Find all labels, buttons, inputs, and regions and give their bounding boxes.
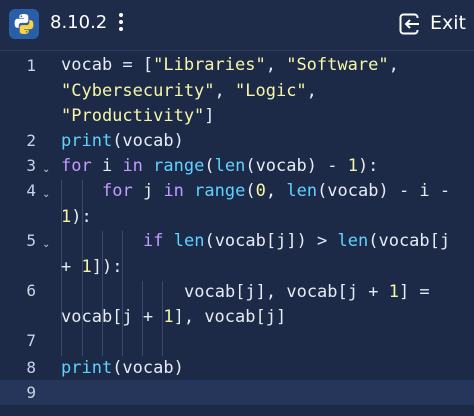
code-token: (vocab) [112, 358, 184, 378]
code-token: "Software" [286, 55, 389, 75]
code-token: "Libraries" [153, 55, 266, 75]
code-token: len [337, 231, 369, 251]
code-token: , [265, 181, 287, 201]
code-token: for [102, 181, 133, 201]
fold-chevron-icon[interactable]: ⌄ [42, 239, 50, 250]
code-token: ): [357, 156, 379, 176]
code-token: vocab = [ [61, 55, 154, 75]
line-number: 9 [26, 383, 36, 402]
code-editor[interactable]: 1 2 3 4 5 6 7 8 9 ⌄ ⌄ ⌄ vocab = ["Librar… [0, 51, 474, 416]
code-token: ], vocab[j] [173, 307, 287, 327]
code-token: , [265, 55, 287, 75]
line-number: 5 [26, 231, 36, 250]
code-line: 1): [61, 205, 92, 230]
code-token: j [132, 181, 164, 201]
line-number: 7 [26, 331, 36, 350]
code-token: "Cybersecurity" [61, 81, 215, 101]
code-token: 0 [255, 181, 266, 201]
code-token: vocab[j], vocab[j + [184, 282, 389, 302]
code-token: "Productivity" [61, 106, 205, 126]
line-number: 6 [26, 281, 36, 300]
code-token: ]): [91, 257, 123, 277]
code-token: , [306, 81, 317, 101]
code-line: vocab[j], vocab[j + 1] = [184, 280, 430, 305]
code-token: (vocab) - [245, 156, 348, 176]
code-line: "Cybersecurity", "Logic", [61, 79, 317, 104]
more-options-icon[interactable] [116, 13, 126, 35]
code-token: ): [71, 207, 92, 227]
line-number: 3 [26, 156, 36, 175]
line-number: 2 [26, 131, 36, 150]
code-token: 1 [347, 156, 358, 176]
code-token: print [61, 131, 113, 151]
fold-chevron-icon[interactable]: ⌄ [42, 189, 50, 200]
indent-guide [102, 231, 103, 356]
code-token: for [61, 156, 92, 176]
code-line: print(vocab) [61, 129, 184, 154]
code-token: in [163, 181, 184, 201]
code-token: vocab[j + [61, 307, 164, 327]
code-token: ( [245, 181, 256, 201]
code-token: ] = [398, 282, 430, 302]
exit-icon [399, 13, 419, 35]
code-token: (vocab[j [368, 231, 451, 251]
line-number: 1 [26, 56, 36, 75]
code-token: print [61, 358, 113, 378]
code-token: 1 [61, 207, 72, 227]
code-token: (vocab) - i - [317, 181, 451, 201]
code-token: i [91, 156, 123, 176]
code-line: for j in range(0, len(vocab) - i - [102, 179, 450, 204]
code-token: len [286, 181, 318, 201]
indent-guide [122, 231, 123, 356]
code-line: print(vocab) [61, 356, 184, 381]
code-token: range [153, 156, 205, 176]
line-number: 8 [26, 358, 36, 377]
fold-chevron-icon[interactable]: ⌄ [42, 164, 50, 175]
code-line: if len(vocab[j]) > len(vocab[j [143, 229, 450, 254]
code-token: + [61, 257, 82, 277]
code-token: if [143, 231, 164, 251]
code-token: ] [204, 106, 215, 126]
top-bar: 8.10.2 Exit [0, 0, 474, 51]
code-token: len [214, 156, 246, 176]
exit-label: Exit [430, 12, 466, 34]
code-token: len [173, 231, 205, 251]
code-token: , [388, 55, 399, 75]
version-label: 8.10.2 [50, 12, 108, 33]
code-token: , [214, 81, 236, 101]
code-token: (vocab) [112, 131, 184, 151]
line-number: 4 [26, 181, 36, 200]
code-token: 1 [163, 307, 174, 327]
code-token: range [194, 181, 246, 201]
code-line: + 1]): [61, 255, 122, 280]
code-line: vocab[j + 1], vocab[j] [61, 305, 286, 330]
code-token: in [122, 156, 143, 176]
code-line: "Productivity"] [61, 104, 215, 129]
exit-button[interactable]: Exit [398, 10, 468, 38]
python-logo-icon [9, 9, 39, 39]
code-token: 1 [388, 282, 399, 302]
code-token: "Logic" [235, 81, 307, 101]
code-line: for i in range(len(vocab) - 1): [61, 154, 378, 179]
code-token: ( [204, 156, 215, 176]
code-line: vocab = ["Libraries", "Software", [61, 53, 399, 78]
code-token: 1 [81, 257, 92, 277]
active-line-highlight [0, 380, 474, 405]
code-token: (vocab[j]) > [204, 231, 338, 251]
